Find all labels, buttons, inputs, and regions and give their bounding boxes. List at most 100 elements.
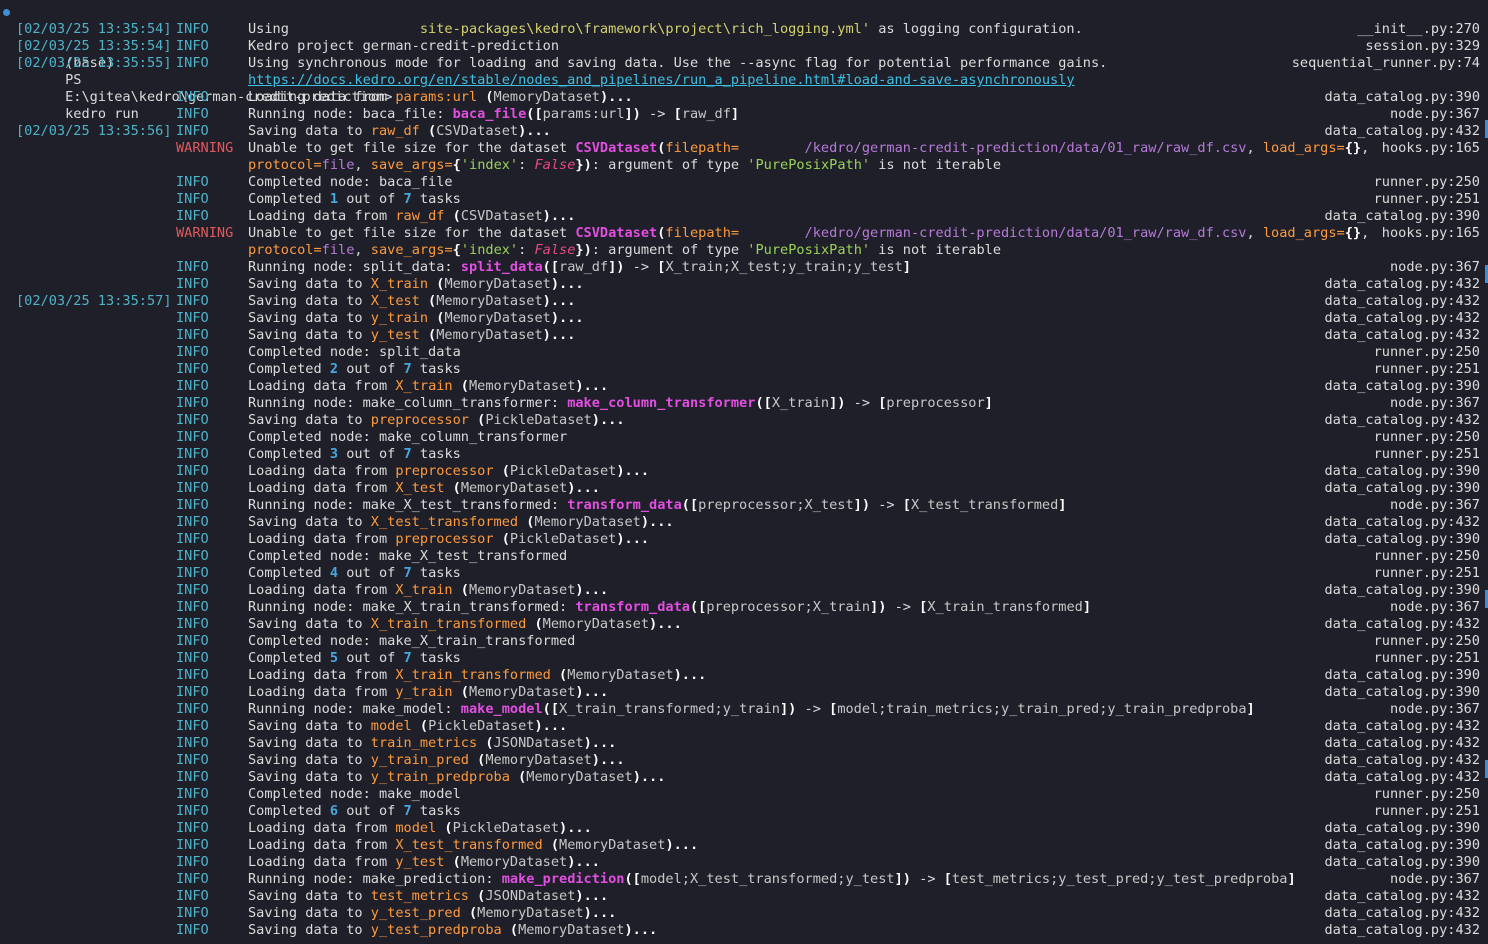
log-message: Loading data from X_train_transformed (M…: [248, 667, 706, 684]
log-message-segment: filepath=: [665, 140, 740, 156]
log-line: WARNING Unable to get file size for the d…: [0, 140, 1488, 157]
log-message-segment: MemoryDataset: [436, 327, 543, 343]
log-message-segment: )...: [550, 276, 584, 292]
log-message: Saving data to y_test_pred (MemoryDatase…: [248, 905, 616, 922]
log-message-segment: make_model: [460, 701, 543, 717]
log-level: INFO: [176, 480, 209, 496]
log-message-segment: MemoryDataset: [444, 276, 551, 292]
log-message-segment: raw_df: [559, 259, 609, 275]
log-message-segment: )...: [534, 718, 568, 734]
log-message-segment: y_train_pred: [370, 752, 469, 768]
log-line: INFO Running node: make_prediction: make_…: [0, 871, 1488, 888]
log-message-segment: Loading data from: [248, 582, 396, 598]
log-level: INFO: [176, 208, 209, 224]
log-level: INFO: [176, 123, 209, 139]
log-message-segment: CSVDataset: [436, 123, 519, 139]
log-message: Completed node: make_model: [248, 786, 461, 803]
log-message-segment: y_test_pred: [370, 905, 461, 921]
log-message-segment: y_test: [395, 854, 445, 870]
log-message-segment: 7: [403, 803, 412, 819]
log-message-segment: Running node: make_model:: [248, 701, 461, 717]
log-message-segment: Running node: make_prediction:: [248, 871, 502, 887]
log-message-segment: Completed node: make_X_test_transformed: [248, 548, 568, 564]
log-message-segment: (: [444, 480, 461, 496]
log-message-segment: Completed: [248, 650, 330, 666]
log-message-segment: ->: [910, 871, 944, 887]
log-message-segment: (: [460, 905, 478, 921]
log-source: data_catalog.py:390: [1324, 531, 1481, 547]
log-source: node.py:367: [1389, 259, 1480, 275]
log-message-segment: 3: [329, 446, 339, 462]
log-message-segment: MemoryDataset: [518, 922, 625, 938]
log-message-segment: {: [452, 157, 461, 173]
log-message-segment: )...: [616, 531, 650, 547]
log-message-segment: )...: [583, 735, 617, 751]
log-message-segment: )...: [575, 582, 609, 598]
log-message-segment: Completed node: make_column_transformer: [248, 429, 568, 445]
log-message-segment: baca_file: [452, 106, 527, 122]
log-message-segment: 5: [329, 650, 339, 666]
log-message-segment: (: [444, 208, 461, 224]
terminal-output[interactable]: (base) PS E:\gitea\kedro\german-credit-p…: [0, 0, 1488, 944]
log-line: INFO Loading data from y_test (MemoryData…: [0, 854, 1488, 871]
log-message-segment: (: [452, 378, 469, 394]
log-level: INFO: [176, 259, 209, 275]
log-message-segment: (: [493, 463, 510, 479]
log-level: INFO: [176, 854, 209, 870]
log-message-segment: tasks: [411, 446, 461, 462]
log-line: INFO Saving data to preprocessor (PickleD…: [0, 412, 1488, 429]
log-message-segment: Loading data from: [248, 820, 396, 836]
log-message-segment: (: [550, 667, 568, 683]
log-message-segment: X_test: [370, 293, 420, 309]
log-message-segment: (: [452, 582, 469, 598]
log-message-segment: )...: [542, 208, 576, 224]
log-message-segment: Unable to get file size for the dataset: [248, 140, 576, 156]
log-message-segment: Loading data from: [248, 463, 396, 479]
docs-link[interactable]: https://docs.kedro.org/en/stable/nodes_a…: [248, 72, 1075, 88]
log-source: session.py:329: [1365, 38, 1480, 54]
log-message-segment: ,: [1361, 225, 1370, 241]
log-message-segment: y_train: [370, 310, 429, 326]
log-message-segment: Running node: split_data:: [248, 259, 461, 275]
log-message-segment: CSVDataset: [460, 208, 543, 224]
log-line: INFO Loading data from X_test (MemoryData…: [0, 480, 1488, 497]
log-message-segment: {}: [1344, 225, 1362, 241]
log-source: runner.py:251: [1373, 446, 1480, 462]
log-message-segment: Saving data to: [248, 310, 371, 326]
log-message-segment: )...: [559, 820, 592, 836]
log-message-segment: X_train_transformed: [927, 599, 1083, 615]
log-message-segment: Using: [248, 21, 420, 37]
log-message-segment: preprocessor;X_test: [698, 497, 854, 513]
log-source: runner.py:251: [1373, 361, 1480, 377]
log-message-segment: 'PurePosixPath': [747, 242, 871, 258]
log-line: [02/03/25 13:35:54] INFO Using site-packag…: [0, 21, 1488, 38]
log-message-segment: MemoryDataset: [542, 616, 650, 632]
log-line: INFO Completed 3 out of 7 tasks runner.py:…: [0, 446, 1488, 463]
log-message: Loading data from X_train (MemoryDataset…: [248, 582, 608, 599]
log-message-segment: {: [452, 242, 461, 258]
log-line: INFO Completed node: split_data runner.py:…: [0, 344, 1488, 361]
log-level: INFO: [176, 820, 209, 836]
log-message-segment: out of: [338, 446, 404, 462]
log-message-segment: transform_data: [575, 599, 690, 615]
log-message: Saving data to y_train_predproba (Memory…: [248, 769, 665, 786]
log-message-segment: }): [575, 157, 592, 173]
log-message-segment: ,: [1246, 140, 1263, 156]
log-message-segment: Running node: make_column_transformer:: [248, 395, 568, 411]
log-message-segment: preprocessor: [886, 395, 985, 411]
log-message-segment: Saving data to: [248, 752, 371, 768]
log-message: Saving data to y_test (MemoryDataset)...: [248, 327, 575, 344]
log-source: data_catalog.py:390: [1324, 667, 1481, 683]
log-line: [02/03/25 13:35:56] INFO Saving data to ra…: [0, 123, 1488, 140]
log-level: INFO: [176, 871, 209, 887]
log-message-segment: ]): [624, 106, 641, 122]
log-message-segment: as logging configuration.: [870, 21, 1083, 37]
log-message: Completed node: split_data: [248, 344, 461, 361]
log-source: data_catalog.py:432: [1324, 888, 1481, 904]
log-message-segment: )...: [591, 752, 625, 768]
log-line: INFO Completed node: make_model runner.py:…: [0, 786, 1488, 803]
log-message: protocol=file, save_args={'index': False…: [248, 157, 1001, 174]
log-message-segment: params:url: [542, 106, 625, 122]
log-level: INFO: [176, 21, 209, 37]
log-message-segment: Completed node: split_data: [248, 344, 461, 360]
